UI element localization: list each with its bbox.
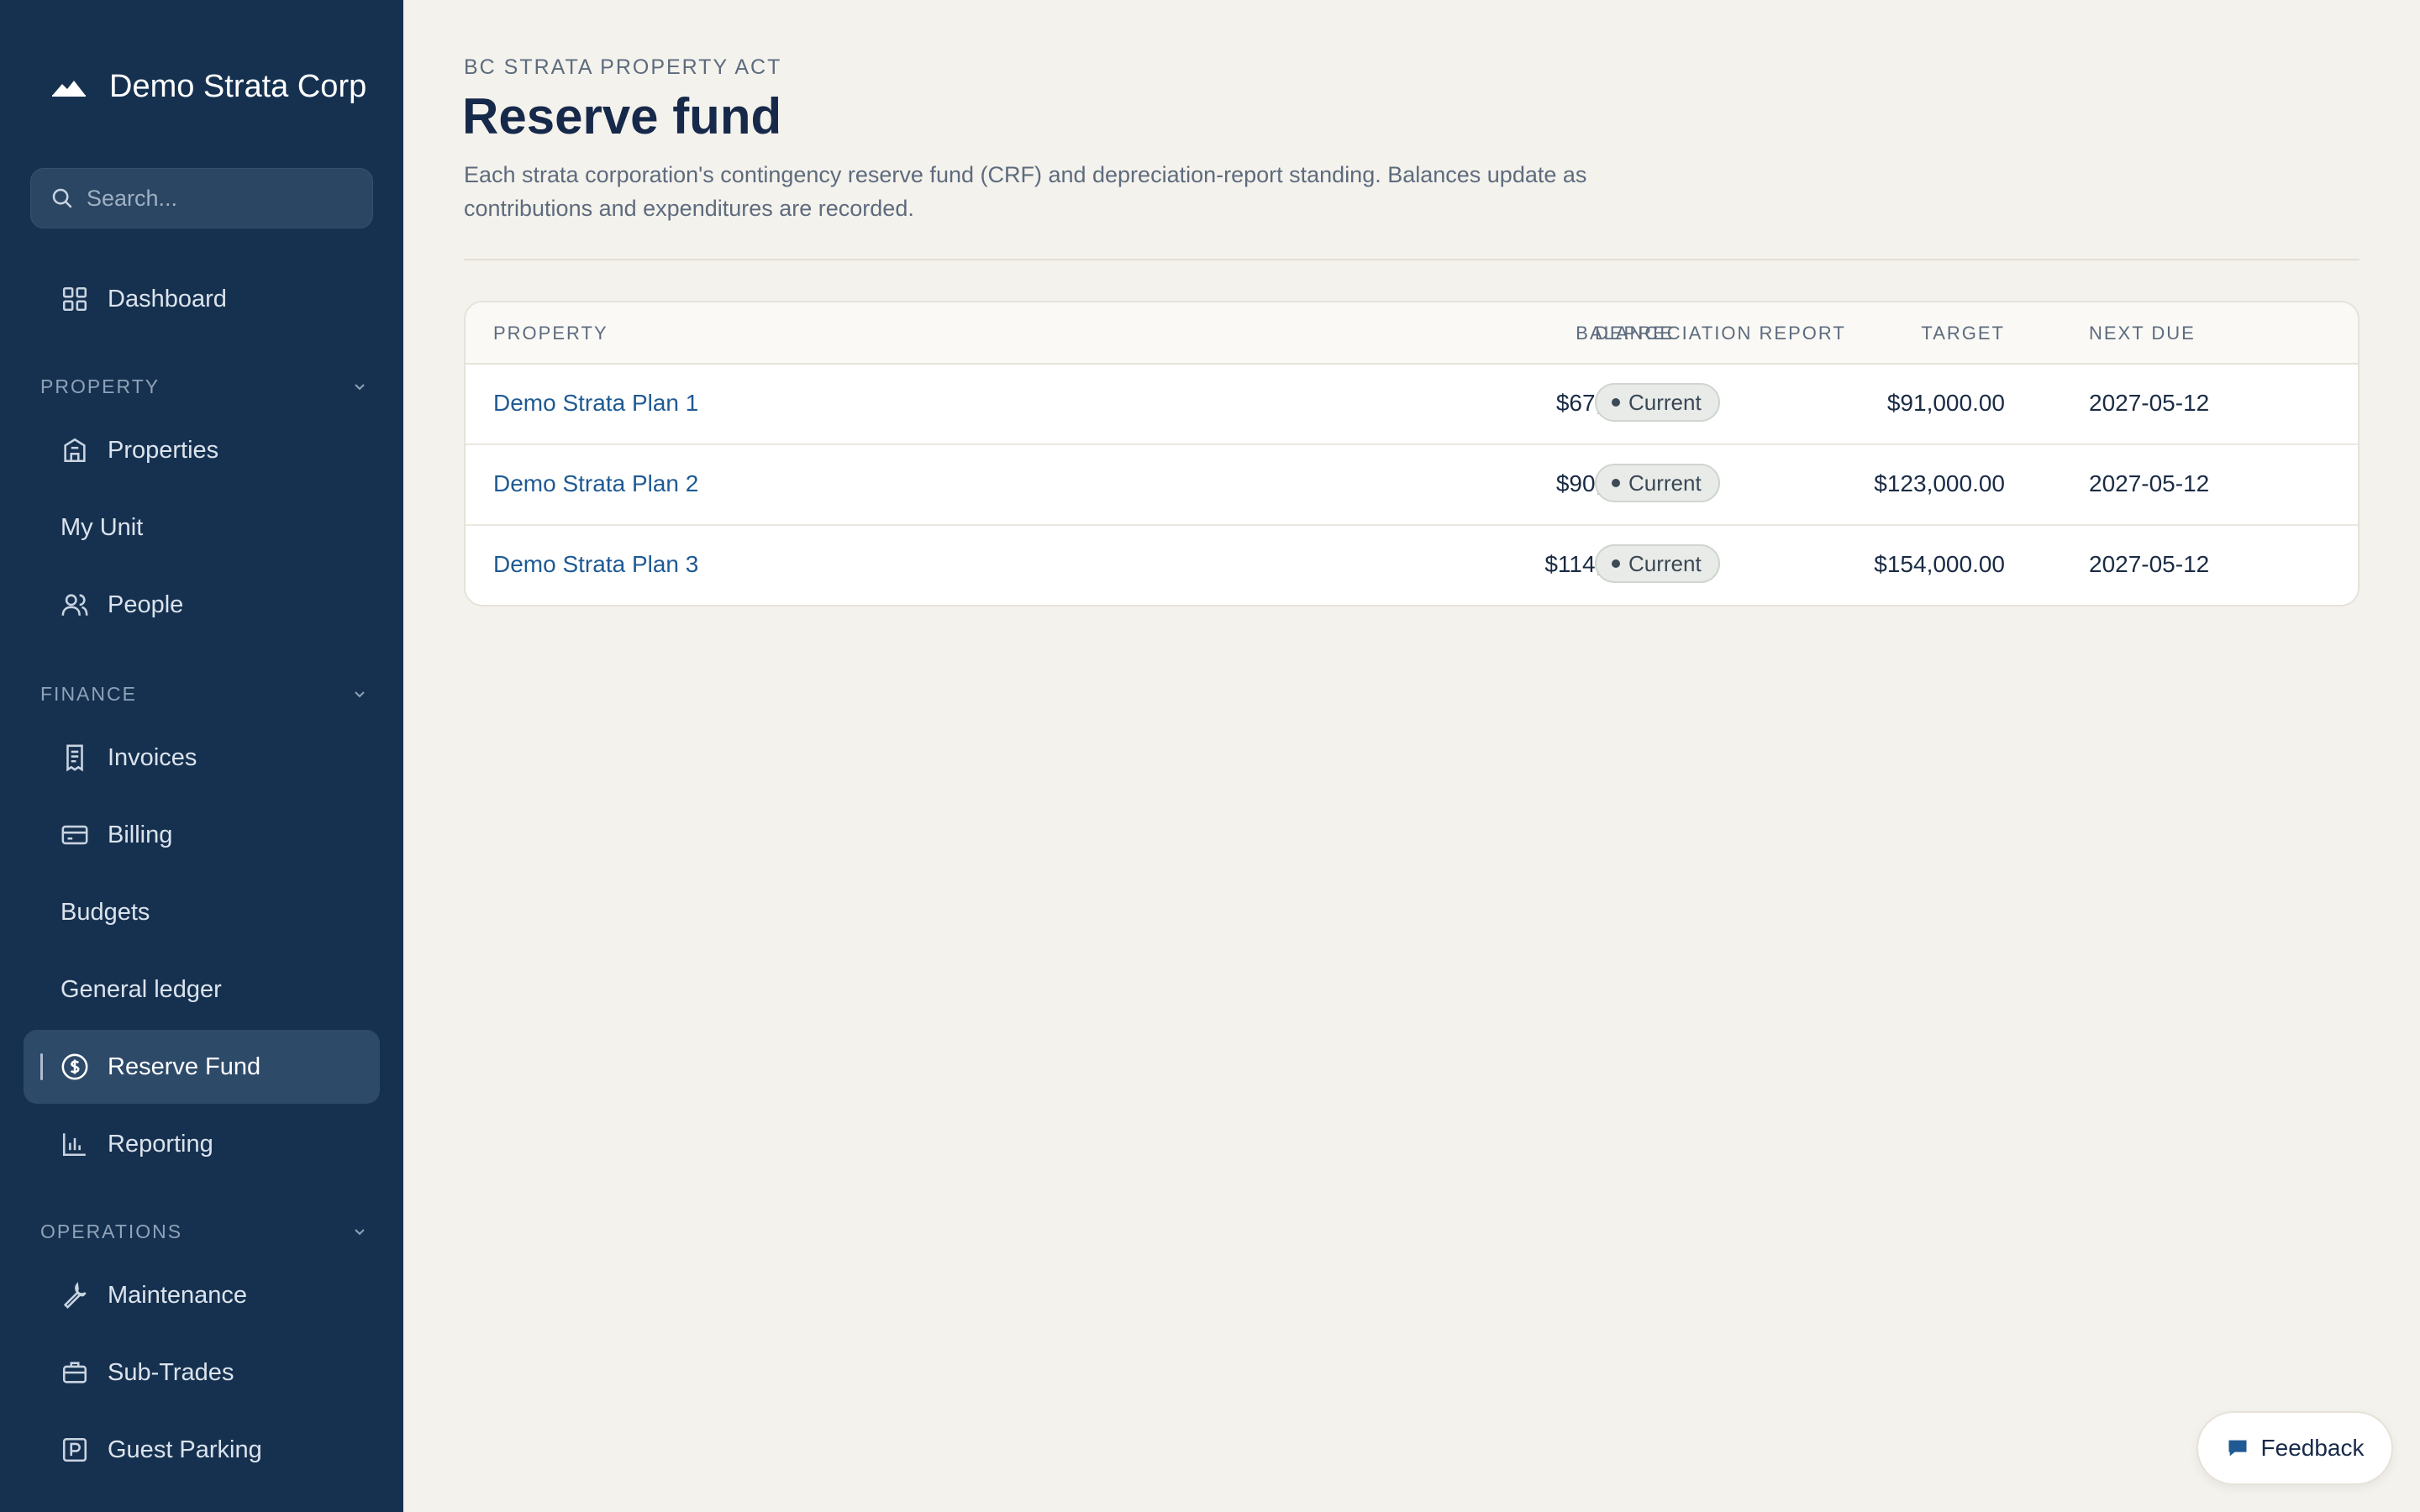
next-due-cell: 2027-05-12 [2089,551,2210,577]
sidebar-item-label: Guest Parking [108,1436,262,1463]
building-icon [60,436,89,465]
wrench-icon [60,1281,89,1310]
sidebar-item-general-ledger[interactable]: General ledger [24,953,380,1026]
status-badge: Current [1595,464,1720,502]
people-icon [60,591,89,619]
briefcase-icon [60,1358,89,1387]
table-header: PROPERTY BALANCE TARGET DEPRECIATION REP… [466,302,2358,365]
chat-bubble-icon [2228,1440,2247,1457]
target-cell: $154,000.00 [1874,551,2005,577]
sidebar-item-budgets[interactable]: Budgets [24,875,380,949]
sidebar-item-dashboard[interactable]: Dashboard [24,262,380,336]
reserve-fund-table: PROPERTY BALANCE TARGET DEPRECIATION REP… [464,301,2360,606]
brand[interactable]: Demo Strata Corp [50,40,387,133]
dollar-circle-icon [60,1053,89,1081]
sidebar-item-sub-trades[interactable]: Sub-Trades [24,1336,380,1410]
chevron-down-icon [355,1229,365,1236]
property-link[interactable]: Demo Strata Plan 1 [493,390,698,417]
property-link[interactable]: Demo Strata Plan 3 [493,551,698,578]
sidebar-item-properties[interactable]: Properties [24,413,380,487]
brand-name: Demo Strata Corp [109,69,367,104]
sidebar-item-label: Sub-Trades [108,1358,234,1386]
receipt-icon [60,743,89,772]
section-toggle-operations[interactable]: OPERATIONS [40,1215,370,1248]
table-row: Demo Strata Plan 3 $114,155.00 $154,000.… [466,526,2358,605]
target-cell: $123,000.00 [1874,470,2005,496]
grid-icon [60,285,89,313]
sidebar-item-reporting[interactable]: Reporting [24,1107,380,1181]
page-title: Reserve fund [462,88,782,144]
sidebar-item-label: My Unit [60,513,144,541]
sidebar-item-label: People [108,591,184,618]
table-row: Demo Strata Plan 2 $90,945.00 $123,000.0… [466,445,2358,526]
section-label: OPERATIONS [40,1220,183,1242]
status-badge: Current [1595,544,1720,583]
next-due-cell: 2027-05-12 [2089,470,2210,496]
sidebar-item-billing[interactable]: Billing [24,798,380,872]
status-dot [1612,479,1620,487]
sidebar-item-label: Reserve Fund [108,1053,261,1080]
sidebar-item-maintenance[interactable]: Maintenance [24,1258,380,1332]
sidebar-item-label: General ledger [60,975,222,1003]
search-icon [52,188,72,208]
sidebar-item-invoices[interactable]: Invoices [24,721,380,795]
chevron-down-icon [355,691,365,698]
sidebar-item-label: Billing [108,821,173,848]
sidebar-item-label: Invoices [108,743,197,771]
column-header-property: PROPERTY [493,323,608,344]
status-dot [1612,559,1620,568]
sidebar-item-label: Properties [108,436,219,464]
parking-icon [60,1436,89,1464]
column-header-depreciation-report: DEPRECIATION REPORT [1595,323,1846,344]
sidebar-item-label: Dashboard [108,285,227,312]
eyebrow: BC STRATA PROPERTY ACT [464,55,782,79]
status-badge: Current [1595,383,1720,422]
bar-chart-icon [60,1130,89,1158]
sidebar-item-label: Maintenance [108,1281,248,1309]
mountain-logo-icon [52,81,86,97]
chevron-down-icon [355,384,365,391]
section-toggle-finance[interactable]: FINANCE [40,677,370,711]
target-cell: $91,000.00 [1886,390,2005,416]
feedback-button[interactable]: Feedback [2196,1411,2393,1485]
search-input[interactable] [87,185,355,212]
credit-card-icon [60,821,89,849]
sidebar-item-label: Reporting [108,1130,213,1158]
sidebar-item-people[interactable]: People [24,568,380,642]
status-label: Current [1628,470,1702,496]
status-dot [1612,398,1620,407]
table-row: Demo Strata Plan 1 $67,735.00 $91,000.00… [466,365,2358,445]
sidebar-item-guest-parking[interactable]: Guest Parking [24,1413,380,1487]
section-label: PROPERTY [40,375,160,397]
sidebar-item-reserve-fund[interactable]: Reserve Fund [24,1030,380,1104]
next-due-cell: 2027-05-12 [2089,390,2210,416]
property-link[interactable]: Demo Strata Plan 2 [493,470,698,497]
sidebar: Demo Strata Corp Dashboard PROPERTY Prop… [0,0,403,1512]
sidebar-item-label: Budgets [60,898,150,926]
page-description: Each strata corporation's contingency re… [464,162,1587,221]
section-toggle-property[interactable]: PROPERTY [40,370,370,403]
divider [464,259,2360,260]
feedback-label: Feedback [2260,1435,2365,1461]
status-label: Current [1628,551,1702,576]
status-label: Current [1628,390,1702,415]
search-box[interactable] [30,168,373,228]
column-header-next-due: NEXT DUE [2089,323,2196,344]
section-label: FINANCE [40,682,137,705]
sidebar-item-my-unit[interactable]: My Unit [24,491,380,564]
